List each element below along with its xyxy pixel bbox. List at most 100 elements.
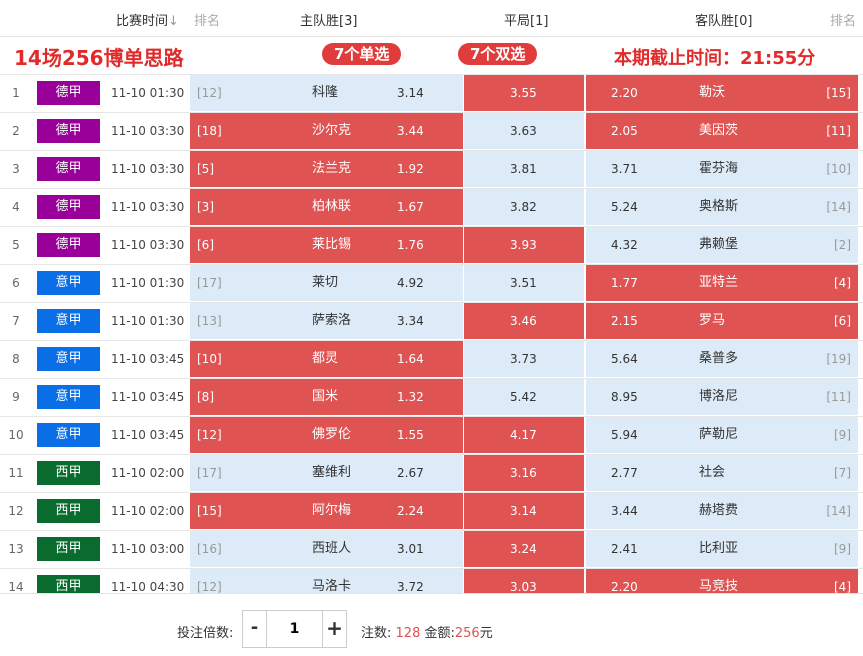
away-win-option[interactable]: 3.71 霍芬海 [10]	[586, 151, 858, 187]
away-win-option[interactable]: 8.95 博洛尼 [11]	[586, 379, 858, 415]
away-win-option[interactable]: 5.94 萨勒尼 [9]	[586, 417, 858, 453]
draw-odds: 3.81	[510, 162, 537, 176]
away-rank: [9]	[834, 428, 851, 442]
away-odds: 2.15	[611, 314, 638, 328]
draw-option[interactable]: 3.63	[464, 113, 584, 149]
draw-option[interactable]: 5.42	[464, 379, 584, 415]
home-win-option[interactable]: [16] 西班人 3.01	[190, 531, 463, 567]
away-rank: [14]	[826, 200, 851, 214]
away-team: 桑普多	[699, 351, 739, 366]
sort-down-icon[interactable]: ↓	[168, 14, 179, 29]
match-list: 1 德甲 11-10 01:30 [12] 科隆 3.14 3.55 2.20 勒沃 [15] 2 德…	[0, 74, 863, 606]
home-win-option[interactable]: [3] 柏林联 1.67	[190, 189, 463, 225]
home-win-option[interactable]: [8] 国米 1.32	[190, 379, 463, 415]
increment-button[interactable]: +	[322, 611, 346, 647]
home-win-option[interactable]: [17] 莱切 4.92	[190, 265, 463, 301]
away-odds: 1.77	[611, 276, 638, 290]
home-win-option[interactable]: [18] 沙尔克 3.44	[190, 113, 463, 149]
home-win-option[interactable]: [5] 法兰克 1.92	[190, 151, 463, 187]
away-win-option[interactable]: 2.77 社会 [7]	[586, 455, 858, 491]
league-badge: 意甲	[37, 309, 100, 333]
home-team: 塞维利	[312, 465, 352, 480]
draw-option[interactable]: 4.17	[464, 417, 584, 453]
away-odds: 3.44	[611, 504, 638, 518]
home-odds: 1.55	[397, 428, 424, 442]
bets-count: 128	[395, 626, 421, 641]
away-team: 社会	[699, 465, 726, 480]
home-team: 都灵	[312, 351, 339, 366]
amount-unit: 元	[479, 626, 493, 641]
match-time: 11-10 01:30	[111, 86, 185, 100]
row-number: 9	[12, 390, 20, 404]
away-win-option[interactable]: 2.15 罗马 [6]	[586, 303, 858, 339]
row-number: 2	[12, 124, 20, 138]
row-number: 4	[12, 200, 20, 214]
draw-option[interactable]: 3.46	[464, 303, 584, 339]
away-win-option[interactable]: 2.05 美因茨 [11]	[586, 113, 858, 149]
draw-option[interactable]: 3.24	[464, 531, 584, 567]
home-team: 莱比锡	[312, 237, 352, 252]
away-team: 比利亚	[699, 541, 739, 556]
league-badge: 西甲	[37, 537, 100, 561]
home-team: 佛罗伦	[312, 427, 352, 442]
league-badge: 意甲	[37, 423, 100, 447]
home-rank: [17]	[197, 466, 222, 480]
home-win-option[interactable]: [6] 莱比锡 1.76	[190, 227, 463, 263]
away-rank: [14]	[826, 504, 851, 518]
away-odds: 5.64	[611, 352, 638, 366]
match-row: 4 德甲 11-10 03:30 [3] 柏林联 1.67 3.82 5.24 奥格斯 [14]	[0, 188, 863, 226]
draw-option[interactable]: 3.51	[464, 265, 584, 301]
home-rank: [12]	[197, 86, 222, 100]
draw-option[interactable]: 3.55	[464, 75, 584, 111]
row-number: 7	[12, 314, 20, 328]
deadline-text: 本期截止时间：21:55分	[614, 48, 816, 69]
multiplier-stepper: - +	[242, 610, 347, 648]
home-team: 阿尔梅	[312, 503, 352, 518]
match-time: 11-10 03:45	[111, 428, 185, 442]
away-odds: 8.95	[611, 390, 638, 404]
home-win-option[interactable]: [15] 阿尔梅 2.24	[190, 493, 463, 529]
home-odds: 1.32	[397, 390, 424, 404]
away-win-option[interactable]: 2.20 勒沃 [15]	[586, 75, 858, 111]
draw-option[interactable]: 3.73	[464, 341, 584, 377]
away-team: 萨勒尼	[699, 427, 739, 442]
away-win-option[interactable]: 5.24 奥格斯 [14]	[586, 189, 858, 225]
multiplier-input[interactable]	[267, 611, 322, 647]
home-win-option[interactable]: [12] 佛罗伦 1.55	[190, 417, 463, 453]
draw-option[interactable]: 3.93	[464, 227, 584, 263]
draw-odds: 3.82	[510, 200, 537, 214]
home-rank: [6]	[197, 238, 214, 252]
home-win-option[interactable]: [13] 萨索洛 3.34	[190, 303, 463, 339]
rank-header-right: 排名	[830, 14, 857, 29]
draw-option[interactable]: 3.81	[464, 151, 584, 187]
home-team: 莱切	[312, 275, 339, 290]
home-win-option[interactable]: [12] 科隆 3.14	[190, 75, 463, 111]
match-row: 2 德甲 11-10 03:30 [18] 沙尔克 3.44 3.63 2.05 美因茨 [11]	[0, 112, 863, 150]
league-badge: 西甲	[37, 461, 100, 485]
home-win-option[interactable]: [17] 塞维利 2.67	[190, 455, 463, 491]
away-rank: [2]	[834, 238, 851, 252]
home-rank: [18]	[197, 124, 222, 138]
away-win-option[interactable]: 4.32 弗赖堡 [2]	[586, 227, 858, 263]
match-row: 1 德甲 11-10 01:30 [12] 科隆 3.14 3.55 2.20 勒沃 [15]	[0, 74, 863, 112]
away-odds: 2.41	[611, 542, 638, 556]
home-team: 法兰克	[312, 161, 352, 176]
home-rank: [5]	[197, 162, 214, 176]
home-odds: 2.24	[397, 504, 424, 518]
row-number: 6	[12, 276, 20, 290]
decrement-button[interactable]: -	[243, 611, 267, 647]
draw-option[interactable]: 3.16	[464, 455, 584, 491]
home-odds: 3.44	[397, 124, 424, 138]
time-column-header[interactable]: 比赛时间↓	[116, 10, 179, 29]
away-win-option[interactable]: 5.64 桑普多 [19]	[586, 341, 858, 377]
match-row: 12 西甲 11-10 02:00 [15] 阿尔梅 2.24 3.14 3.44 赫塔费 [14…	[0, 492, 863, 530]
draw-option[interactable]: 3.14	[464, 493, 584, 529]
away-win-option[interactable]: 3.44 赫塔费 [14]	[586, 493, 858, 529]
away-win-option[interactable]: 1.77 亚特兰 [4]	[586, 265, 858, 301]
draw-option[interactable]: 3.82	[464, 189, 584, 225]
home-win-option[interactable]: [10] 都灵 1.64	[190, 341, 463, 377]
away-win-option[interactable]: 2.41 比利亚 [9]	[586, 531, 858, 567]
away-team: 霍芬海	[699, 161, 739, 176]
draw-odds: 3.24	[510, 542, 537, 556]
home-odds: 3.01	[397, 542, 424, 556]
